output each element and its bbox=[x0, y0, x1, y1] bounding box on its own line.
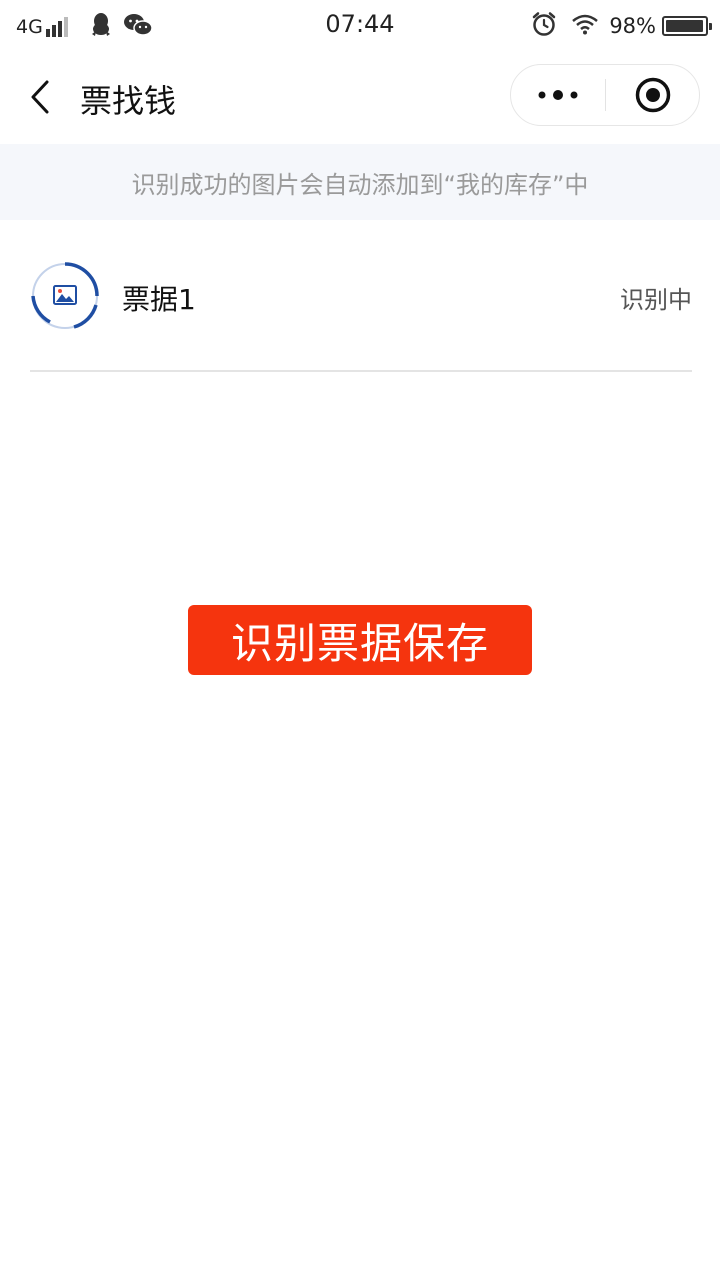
battery-percent: 98% bbox=[609, 14, 656, 38]
alarm-icon bbox=[531, 11, 557, 41]
close-button[interactable] bbox=[606, 65, 700, 125]
notice-text: 识别成功的图片会自动添加到“我的库存”中 bbox=[131, 170, 589, 199]
back-button[interactable] bbox=[22, 76, 58, 118]
list-item[interactable]: 票据1 识别中 bbox=[30, 220, 692, 372]
status-right: 98% bbox=[531, 11, 712, 41]
nav-bar: 票找钱 bbox=[0, 50, 720, 144]
notice-banner: 识别成功的图片会自动添加到“我的库存”中 bbox=[0, 144, 720, 220]
page-title: 票找钱 bbox=[80, 82, 177, 120]
more-button[interactable] bbox=[511, 65, 605, 125]
ticket-status: 识别中 bbox=[620, 286, 692, 314]
image-loading-icon bbox=[30, 261, 100, 331]
battery-icon bbox=[662, 16, 712, 36]
more-dots-icon bbox=[538, 90, 578, 100]
wifi-icon bbox=[571, 13, 599, 39]
back-arrow-icon bbox=[31, 80, 49, 114]
ticket-name: 票据1 bbox=[122, 283, 196, 316]
status-bar: 4G 07:44 98% bbox=[0, 0, 720, 50]
save-button[interactable]: 识别票据保存 bbox=[188, 605, 532, 675]
mini-program-capsule bbox=[510, 64, 700, 126]
close-circle-icon bbox=[635, 77, 671, 113]
